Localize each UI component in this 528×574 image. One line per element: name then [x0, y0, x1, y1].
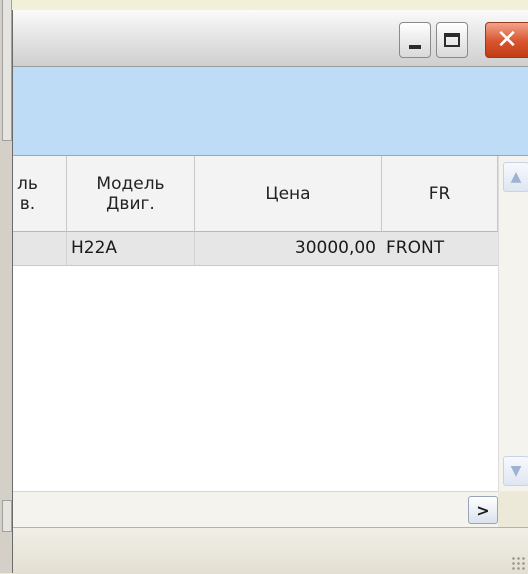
- scroll-right-button[interactable]: >: [468, 496, 498, 524]
- close-icon: ✕: [496, 25, 518, 55]
- table-cell[interactable]: H22A: [67, 232, 195, 265]
- title-bar[interactable]: ✕: [13, 10, 528, 67]
- scroll-up-button[interactable]: ▲: [503, 162, 528, 192]
- scroll-right-icon: >: [476, 500, 490, 520]
- size-grip-icon[interactable]: [511, 556, 525, 570]
- table-cell[interactable]: [13, 232, 67, 265]
- maximize-button[interactable]: [436, 22, 468, 58]
- application-window: ✕ ль в. Модель Двиг. Цена FR H22A 30000,…: [12, 10, 528, 574]
- maximize-icon: [444, 33, 460, 47]
- background-scrollbar: [2, 0, 12, 141]
- minimize-button[interactable]: [399, 22, 431, 58]
- vertical-scrollbar[interactable]: ▲ ▼: [498, 156, 528, 491]
- table-row[interactable]: H22A 30000,00 FRONT: [13, 232, 498, 266]
- column-header-engine-model[interactable]: Модель Двиг.: [67, 156, 195, 232]
- scroll-down-button[interactable]: ▼: [503, 456, 528, 486]
- column-header-partial[interactable]: ль в.: [13, 156, 67, 232]
- horizontal-scrollbar[interactable]: >: [13, 491, 528, 528]
- status-bar: [13, 527, 528, 574]
- scrollbar-corner: [498, 491, 528, 527]
- column-header-price[interactable]: Цена: [195, 156, 382, 232]
- toolbar-area: [13, 67, 528, 156]
- table-cell[interactable]: FRONT: [382, 232, 498, 265]
- scroll-up-icon: ▲: [510, 169, 522, 185]
- minimize-icon: [409, 45, 421, 49]
- scroll-down-icon: ▼: [510, 463, 522, 479]
- background-scrollbar-lower: [2, 500, 12, 532]
- table-cell[interactable]: 30000,00: [195, 232, 382, 265]
- background-size-grip: [0, 550, 12, 573]
- data-grid: ль в. Модель Двиг. Цена FR H22A 30000,00…: [13, 156, 528, 491]
- column-header-fr[interactable]: FR: [382, 156, 498, 232]
- close-button[interactable]: ✕: [485, 22, 528, 58]
